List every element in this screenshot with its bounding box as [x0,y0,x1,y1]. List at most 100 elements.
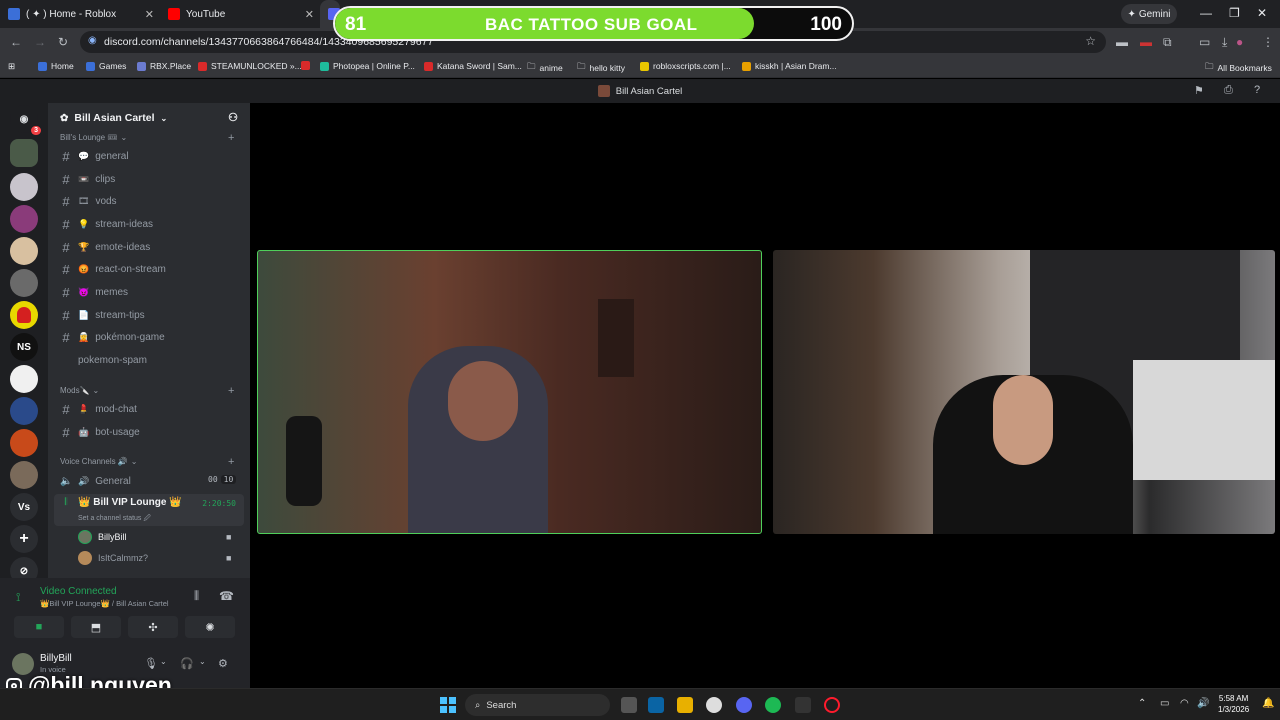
discord-taskbar-icon[interactable] [736,697,752,713]
video-tile-speaking[interactable] [257,250,762,534]
close-window-icon[interactable]: ✕ [1257,6,1267,20]
server-icon[interactable] [10,461,38,489]
discord-home-icon[interactable]: ◉ 3 [10,105,41,135]
tab-roblox[interactable]: ( ✦ ) Home - Roblox ✕ [0,0,160,28]
add-channel-icon[interactable]: + [228,385,234,397]
bookmark-steamunlocked[interactable]: STEAMUNLOCKED »... [198,61,302,71]
soundboard-button[interactable]: ✺ [185,616,235,638]
app-icon[interactable] [648,697,664,713]
bookmark-kisskh[interactable]: kisskh | Asian Dram... [742,61,837,71]
menu-icon[interactable]: ⋮ [1262,35,1274,49]
chevron-down-icon[interactable]: ⌄ [160,657,167,666]
profile-avatar[interactable]: ● [1236,35,1243,49]
spotify-icon[interactable] [765,697,781,713]
category-bills-lounge[interactable]: Bill's Lounge 🎟 ⌄ + [60,132,234,144]
taskbar-search[interactable]: ⌕ Search [465,694,610,716]
channel-react-on-stream[interactable]: # 😡 react-on-stream [54,259,244,279]
channel-memes[interactable]: # 😈 memes [54,282,244,302]
noise-suppression-icon[interactable]: ⫼ [194,590,199,603]
server-icon[interactable] [10,237,38,265]
add-channel-icon[interactable]: + [228,132,234,144]
channel-stream-ideas[interactable]: # 💡 stream-ideas [54,214,244,234]
category-voice-channels[interactable]: Voice Channels 🔊 ⌄ + [60,456,234,468]
all-bookmarks[interactable]: 🗀 All Bookmarks [1205,61,1272,75]
settings-gear-icon[interactable]: ⚙ [218,657,228,670]
channel-status[interactable]: Set a channel status 🖉 [78,514,151,525]
close-icon[interactable]: ✕ [145,8,154,21]
close-icon[interactable]: ✕ [305,8,314,21]
voice-member-isitcalmmz[interactable]: IsItCalmmz? ■ [78,548,231,568]
forward-icon[interactable]: → [34,35,46,49]
bookmark-games[interactable]: Games [86,61,126,71]
taskbar-clock[interactable]: 5:58 AM 1/3/2026 [1218,693,1249,715]
add-server-icon[interactable]: + [10,525,38,553]
split-view-icon[interactable]: ▭ [1199,35,1210,49]
server-icon[interactable] [10,365,38,393]
server-bill-asian-cartel[interactable] [10,139,38,167]
channel-clips[interactable]: # 📼 clips [54,169,244,189]
gemini-button[interactable]: ✦ Gemini [1121,4,1177,24]
server-icon[interactable] [10,429,38,457]
taskview-icon[interactable] [621,697,637,713]
channel-pokemon-game[interactable]: # 🧝 pokémon-game [54,327,244,347]
chevron-up-icon[interactable]: ⌃ [1138,698,1146,709]
server-ns[interactable]: NS [10,333,38,361]
server-vs[interactable]: Vs [10,493,38,521]
help-icon[interactable]: ? [1254,84,1260,96]
bookmark-rbxplace[interactable]: RBX.Place [137,61,191,71]
bookmark-folder-hello-kitty[interactable]: 🗀 hello kitty [577,61,625,75]
server-icon[interactable] [10,173,38,201]
server-icon[interactable] [10,205,38,233]
channel-general[interactable]: # 💬 general [54,146,244,166]
bookmark-photopea[interactable]: Photopea | Online P... [320,61,415,71]
bookmark-star-icon[interactable]: ☆ [1085,34,1096,48]
headphones-icon[interactable]: 🎧 [180,657,194,670]
network-icon[interactable]: ▭ [1160,698,1169,709]
app-icon[interactable] [795,697,811,713]
extension-icon[interactable]: ▬ [1140,35,1152,49]
reload-icon[interactable]: ↻ [58,35,68,49]
bookmark-katana[interactable]: Katana Sword | Sam... [424,61,522,71]
voice-connection-status[interactable]: Video Connected [40,586,117,597]
inbox-icon[interactable]: ⎙ [1224,84,1233,97]
channel-bot-usage[interactable]: # 🤖 bot-usage [54,422,244,442]
voice-channel-general[interactable]: 🔈 🔊 General 00 10 [54,471,244,491]
flag-icon[interactable]: ⚑ [1194,84,1204,97]
channel-pokemon-spam[interactable]: # pokemon-spam [54,350,244,370]
server-icon[interactable] [10,269,38,297]
bookmark-folder-anime[interactable]: 🗀 anime [527,61,563,75]
invite-icon[interactable]: ⚇ [228,111,238,124]
category-mods[interactable]: Mods🔪 ⌄ + [60,385,234,397]
puzzle-icon[interactable]: ⧉ [1163,35,1172,50]
channel-vods[interactable]: # 🎞 vods [54,191,244,211]
screen-share-button[interactable]: ⬒ [71,616,121,638]
windows-start-icon[interactable] [440,697,456,713]
bookmark-unnamed[interactable] [301,61,310,70]
activities-button[interactable]: ✣ [128,616,178,638]
restore-icon[interactable]: ❐ [1229,6,1240,20]
microphone-icon[interactable]: 🎙 [144,657,158,670]
bookmark-home[interactable]: Home [38,61,74,71]
add-channel-icon[interactable]: + [228,456,234,468]
chrome-icon[interactable] [706,697,722,713]
site-info-icon[interactable]: ◉ [88,35,97,46]
channel-emote-ideas[interactable]: # 🏆 emote-ideas [54,237,244,257]
channel-stream-tips[interactable]: # 📄 stream-tips [54,305,244,325]
notification-bell-icon[interactable]: 🔔 [1262,698,1274,709]
tab-youtube[interactable]: YouTube ✕ [160,0,320,28]
server-icon[interactable] [10,397,38,425]
file-explorer-icon[interactable] [677,697,693,713]
back-icon[interactable]: ← [10,35,22,49]
video-tile[interactable] [773,250,1275,534]
camera-button[interactable]: ■ [14,616,64,638]
apps-icon[interactable]: ⊞ [8,61,15,72]
channel-mod-chat[interactable]: # 💄 mod-chat [54,399,244,419]
voice-member-billybill[interactable]: BillyBill ■ [78,527,231,547]
minimize-icon[interactable]: — [1200,6,1212,20]
opera-icon[interactable] [824,697,840,713]
voice-channel-bill-vip-lounge[interactable]: 𝄃 👑 Bill VIP Lounge 👑 2:20:50 Set a chan… [54,494,244,526]
download-icon[interactable]: ⤓ [1222,35,1227,50]
server-header[interactable]: ✿ Bill Asian Cartel ⌄ ⚇ [48,103,250,133]
server-icon[interactable] [10,301,38,329]
bookmark-robloxscripts[interactable]: robloxscripts.com |... [640,61,731,71]
